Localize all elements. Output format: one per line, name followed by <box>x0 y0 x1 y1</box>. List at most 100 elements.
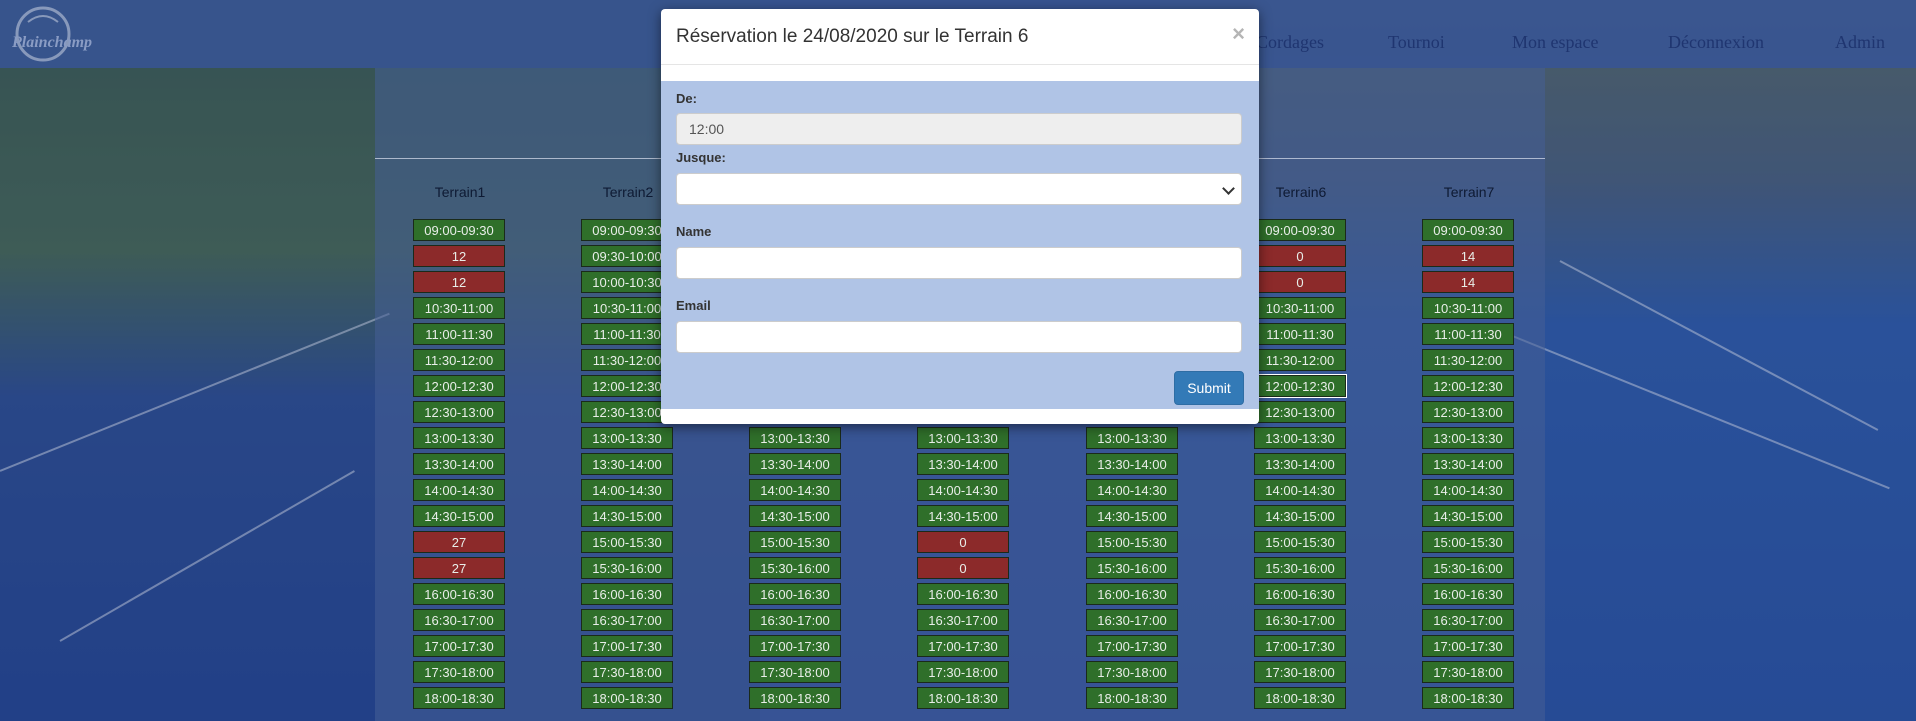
slot-available[interactable]: 12:00-12:30 <box>581 375 673 397</box>
slot-available[interactable]: 11:30-12:00 <box>581 349 673 371</box>
slot-available[interactable]: 17:00-17:30 <box>749 635 841 657</box>
slot-available[interactable]: 15:30-16:00 <box>1086 557 1178 579</box>
slot-available[interactable]: 17:30-18:00 <box>413 661 505 683</box>
slot-available[interactable]: 10:30-11:00 <box>1254 297 1346 319</box>
slot-available[interactable]: 12:30-13:00 <box>413 401 505 423</box>
slot-available[interactable]: 14:30-15:00 <box>413 505 505 527</box>
slot-available[interactable]: 14:30-15:00 <box>749 505 841 527</box>
slot-booked[interactable]: 14 <box>1422 245 1514 267</box>
slot-booked[interactable]: 14 <box>1422 271 1514 293</box>
nav-admin[interactable]: Admin <box>1835 32 1885 53</box>
slot-available[interactable]: 16:00-16:30 <box>1254 583 1346 605</box>
slot-available[interactable]: 17:30-18:00 <box>1254 661 1346 683</box>
slot-available[interactable]: 09:00-09:30 <box>413 219 505 241</box>
slot-available[interactable]: 17:30-18:00 <box>917 661 1009 683</box>
slot-available[interactable]: 11:00-11:30 <box>413 323 505 345</box>
slot-available[interactable]: 17:00-17:30 <box>413 635 505 657</box>
slot-available[interactable]: 09:00-09:30 <box>581 219 673 241</box>
slot-available[interactable]: 11:00-11:30 <box>581 323 673 345</box>
slot-available[interactable]: 16:00-16:30 <box>917 583 1009 605</box>
slot-booked[interactable]: 12 <box>413 245 505 267</box>
slot-available[interactable]: 15:00-15:30 <box>1254 531 1346 553</box>
slot-available[interactable]: 09:00-09:30 <box>1254 219 1346 241</box>
submit-button[interactable]: Submit <box>1174 371 1244 405</box>
slot-available[interactable]: 16:00-16:30 <box>1086 583 1178 605</box>
slot-available[interactable]: 13:00-13:30 <box>413 427 505 449</box>
slot-available[interactable]: 14:00-14:30 <box>1422 479 1514 501</box>
slot-available[interactable]: 13:30-14:00 <box>1254 453 1346 475</box>
slot-available[interactable]: 18:00-18:30 <box>749 687 841 709</box>
slot-available[interactable]: 15:30-16:00 <box>749 557 841 579</box>
slot-available[interactable]: 13:30-14:00 <box>917 453 1009 475</box>
slot-available[interactable]: 18:00-18:30 <box>1422 687 1514 709</box>
slot-available[interactable]: 12:00-12:30 <box>1253 374 1347 398</box>
slot-available[interactable]: 14:00-14:30 <box>1254 479 1346 501</box>
slot-available[interactable]: 13:00-13:30 <box>749 427 841 449</box>
slot-available[interactable]: 13:30-14:00 <box>749 453 841 475</box>
slot-available[interactable]: 17:00-17:30 <box>1254 635 1346 657</box>
slot-available[interactable]: 17:00-17:30 <box>917 635 1009 657</box>
slot-available[interactable]: 14:00-14:30 <box>1086 479 1178 501</box>
slot-available[interactable]: 17:30-18:00 <box>581 661 673 683</box>
slot-available[interactable]: 10:30-11:00 <box>413 297 505 319</box>
until-select[interactable] <box>676 173 1242 205</box>
slot-available[interactable]: 13:00-13:30 <box>1254 427 1346 449</box>
slot-available[interactable]: 13:30-14:00 <box>1422 453 1514 475</box>
slot-available[interactable]: 16:30-17:00 <box>413 609 505 631</box>
slot-available[interactable]: 16:30-17:00 <box>749 609 841 631</box>
slot-available[interactable]: 12:30-13:00 <box>1254 401 1346 423</box>
slot-available[interactable]: 10:00-10:30 <box>581 271 673 293</box>
slot-available[interactable]: 16:00-16:30 <box>413 583 505 605</box>
nav-tournoi[interactable]: Tournoi <box>1388 32 1445 53</box>
slot-available[interactable]: 16:30-17:00 <box>581 609 673 631</box>
slot-available[interactable]: 13:00-13:30 <box>1086 427 1178 449</box>
slot-available[interactable]: 12:00-12:30 <box>413 375 505 397</box>
slot-available[interactable]: 11:00-11:30 <box>1422 323 1514 345</box>
slot-booked[interactable]: 0 <box>1254 271 1346 293</box>
slot-available[interactable]: 13:00-13:30 <box>581 427 673 449</box>
slot-available[interactable]: 18:00-18:30 <box>413 687 505 709</box>
slot-available[interactable]: 13:00-13:30 <box>1422 427 1514 449</box>
slot-available[interactable]: 14:30-15:00 <box>1254 505 1346 527</box>
slot-available[interactable]: 10:30-11:00 <box>1422 297 1514 319</box>
slot-available[interactable]: 12:30-13:00 <box>1422 401 1514 423</box>
slot-available[interactable]: 15:00-15:30 <box>749 531 841 553</box>
slot-available[interactable]: 14:30-15:00 <box>1086 505 1178 527</box>
name-field[interactable] <box>676 247 1242 279</box>
slot-available[interactable]: 15:30-16:00 <box>581 557 673 579</box>
slot-booked[interactable]: 0 <box>917 557 1009 579</box>
slot-available[interactable]: 14:00-14:30 <box>413 479 505 501</box>
slot-available[interactable]: 17:30-18:00 <box>1422 661 1514 683</box>
slot-available[interactable]: 18:00-18:30 <box>917 687 1009 709</box>
slot-available[interactable]: 14:00-14:30 <box>749 479 841 501</box>
slot-available[interactable]: 17:00-17:30 <box>1086 635 1178 657</box>
slot-booked[interactable]: 0 <box>917 531 1009 553</box>
email-field[interactable] <box>676 321 1242 353</box>
slot-booked[interactable]: 12 <box>413 271 505 293</box>
nav-deconnexion[interactable]: Déconnexion <box>1668 32 1764 53</box>
slot-available[interactable]: 14:30-15:00 <box>917 505 1009 527</box>
slot-available[interactable]: 18:00-18:30 <box>581 687 673 709</box>
slot-available[interactable]: 11:30-12:00 <box>1422 349 1514 371</box>
slot-available[interactable]: 16:30-17:00 <box>1254 609 1346 631</box>
slot-available[interactable]: 11:00-11:30 <box>1254 323 1346 345</box>
slot-available[interactable]: 16:30-17:00 <box>917 609 1009 631</box>
club-logo[interactable]: Plainchamp <box>10 6 92 64</box>
slot-available[interactable]: 16:30-17:00 <box>1086 609 1178 631</box>
slot-available[interactable]: 13:30-14:00 <box>581 453 673 475</box>
slot-available[interactable]: 15:30-16:00 <box>1254 557 1346 579</box>
slot-available[interactable]: 18:00-18:30 <box>1086 687 1178 709</box>
slot-available[interactable]: 16:00-16:30 <box>1422 583 1514 605</box>
slot-booked[interactable]: 27 <box>413 557 505 579</box>
nav-cordages[interactable]: Cordages <box>1256 32 1324 53</box>
slot-available[interactable]: 14:00-14:30 <box>581 479 673 501</box>
slot-available[interactable]: 14:00-14:30 <box>917 479 1009 501</box>
slot-available[interactable]: 16:00-16:30 <box>749 583 841 605</box>
slot-booked[interactable]: 27 <box>413 531 505 553</box>
slot-available[interactable]: 16:00-16:30 <box>581 583 673 605</box>
slot-available[interactable]: 14:30-15:00 <box>581 505 673 527</box>
slot-available[interactable]: 12:00-12:30 <box>1422 375 1514 397</box>
from-field[interactable]: 12:00 <box>676 113 1242 145</box>
slot-available[interactable]: 11:30-12:00 <box>413 349 505 371</box>
slot-available[interactable]: 10:30-11:00 <box>581 297 673 319</box>
